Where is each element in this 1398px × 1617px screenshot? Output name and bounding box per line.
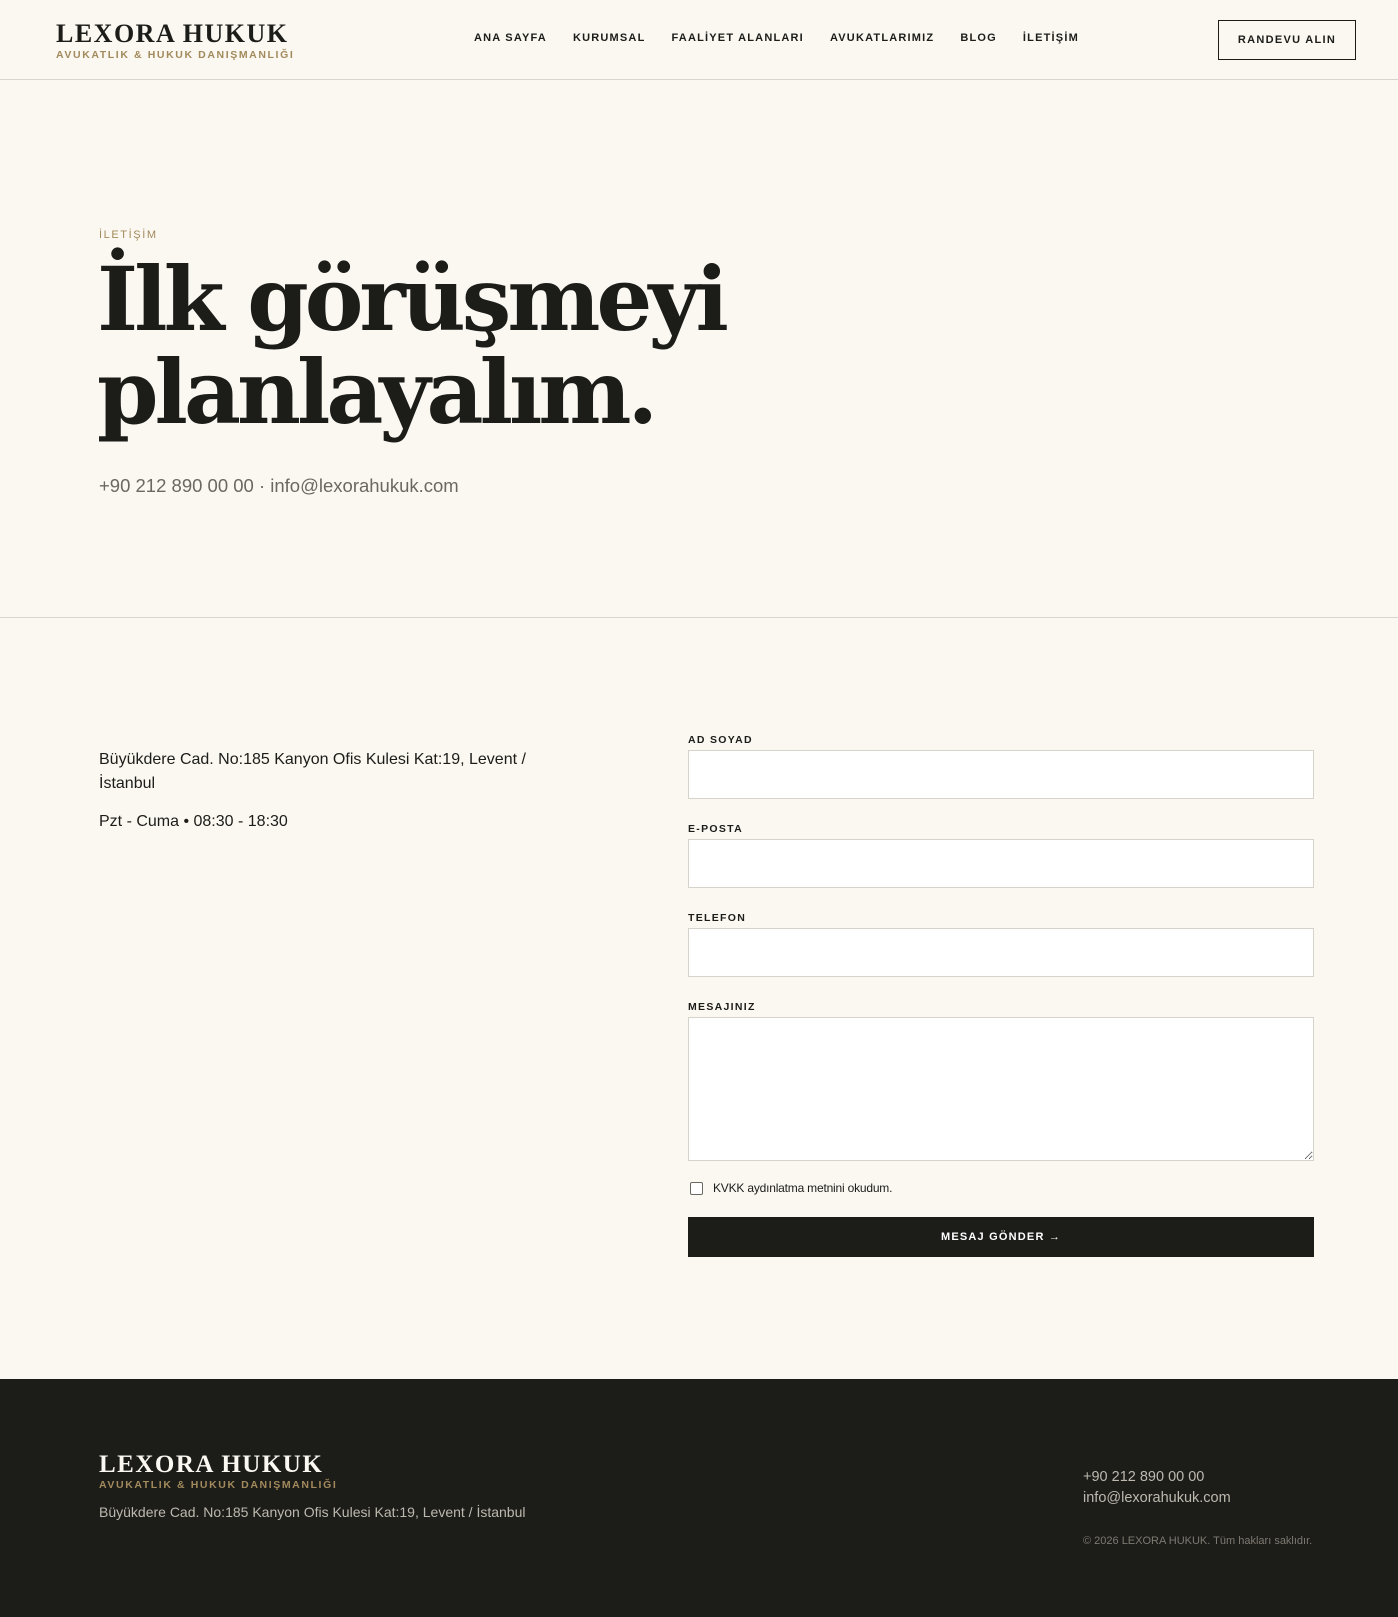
kvkk-consent: KVKK aydınlatma metnini okudum. <box>688 1179 1314 1197</box>
hero-section: İLETİŞİM İlk görüşmeyi planlayalım. +90 … <box>0 81 1398 618</box>
nav-item-blog[interactable]: BLOG <box>960 32 997 44</box>
main-nav: ANA SAYFA KURUMSAL FAALİYET ALANLARI AVU… <box>474 32 1079 44</box>
phone-field[interactable] <box>688 928 1314 977</box>
footer-address: Büyükdere Cad. No:185 Kanyon Ofis Kulesi… <box>99 1504 526 1520</box>
nav-item-corporate[interactable]: KURUMSAL <box>573 32 646 44</box>
nav-item-contact[interactable]: İLETİŞİM <box>1023 32 1079 44</box>
send-message-button[interactable]: MESAJ GÖNDER → <box>688 1217 1314 1257</box>
footer-brand-tagline: AVUKATLIK & HUKUK DANIŞMANLIĞI <box>99 1479 338 1491</box>
footer-contact: +90 212 890 00 00 info@lexorahukuk.com ©… <box>1083 1467 1312 1547</box>
appointment-button[interactable]: RANDEVU ALIN <box>1218 20 1356 60</box>
contact-form: AD SOYAD E-POSTA TELEFON MESAJINIZ KVKK … <box>688 734 1314 1257</box>
page-title-line-1: İlk görüşmeyi <box>97 247 729 351</box>
nav-item-lawyers[interactable]: AVUKATLARIMIZ <box>830 32 934 44</box>
page-title-line-2: planlayalım. <box>97 340 658 444</box>
office-hours: Pzt - Cuma • 08:30 - 18:30 <box>99 813 288 830</box>
office-address: Büyükdere Cad. No:185 Kanyon Ofis Kulesi… <box>99 751 526 792</box>
site-header: LEXORA HUKUK AVUKATLIK & HUKUK DANIŞMANL… <box>0 0 1398 80</box>
message-field[interactable] <box>688 1017 1314 1161</box>
email-label: E-POSTA <box>688 823 743 835</box>
hero-contact-info: +90 212 890 00 00 · info@lexorahukuk.com <box>99 475 459 496</box>
phone-label: TELEFON <box>688 912 747 924</box>
page-title: İlk görüşmeyi planlayalım. <box>97 253 797 439</box>
footer-brand-logo: LEXORA HUKUK AVUKATLIK & HUKUK DANIŞMANL… <box>99 1451 337 1491</box>
footer-copyright: © 2026 LEXORA HUKUK. Tüm hakları saklıdı… <box>1083 1535 1313 1547</box>
site-footer: LEXORA HUKUK AVUKATLIK & HUKUK DANIŞMANL… <box>0 1379 1398 1617</box>
nav-item-home[interactable]: ANA SAYFA <box>474 32 547 44</box>
footer-brand-name: LEXORA HUKUK <box>99 1451 324 1478</box>
brand-tagline: AVUKATLIK & HUKUK DANIŞMANLIĞI <box>56 49 295 61</box>
message-label: MESAJINIZ <box>688 1001 756 1013</box>
footer-email-link[interactable]: info@lexorahukuk.com <box>1083 1488 1312 1509</box>
kvkk-checkbox[interactable] <box>690 1181 703 1195</box>
section-eyebrow: İLETİŞİM <box>99 229 158 241</box>
kvkk-consent-label: KVKK aydınlatma metnini okudum. <box>713 1181 893 1195</box>
brand-logo[interactable]: LEXORA HUKUK AVUKATLIK & HUKUK DANIŞMANL… <box>56 19 295 62</box>
nav-item-practice-areas[interactable]: FAALİYET ALANLARI <box>672 32 804 44</box>
email-field[interactable] <box>688 839 1314 888</box>
brand-name: LEXORA HUKUK <box>56 19 289 48</box>
name-field[interactable] <box>688 750 1314 799</box>
name-label: AD SOYAD <box>688 734 753 746</box>
footer-phone-link[interactable]: +90 212 890 00 00 <box>1083 1467 1312 1488</box>
